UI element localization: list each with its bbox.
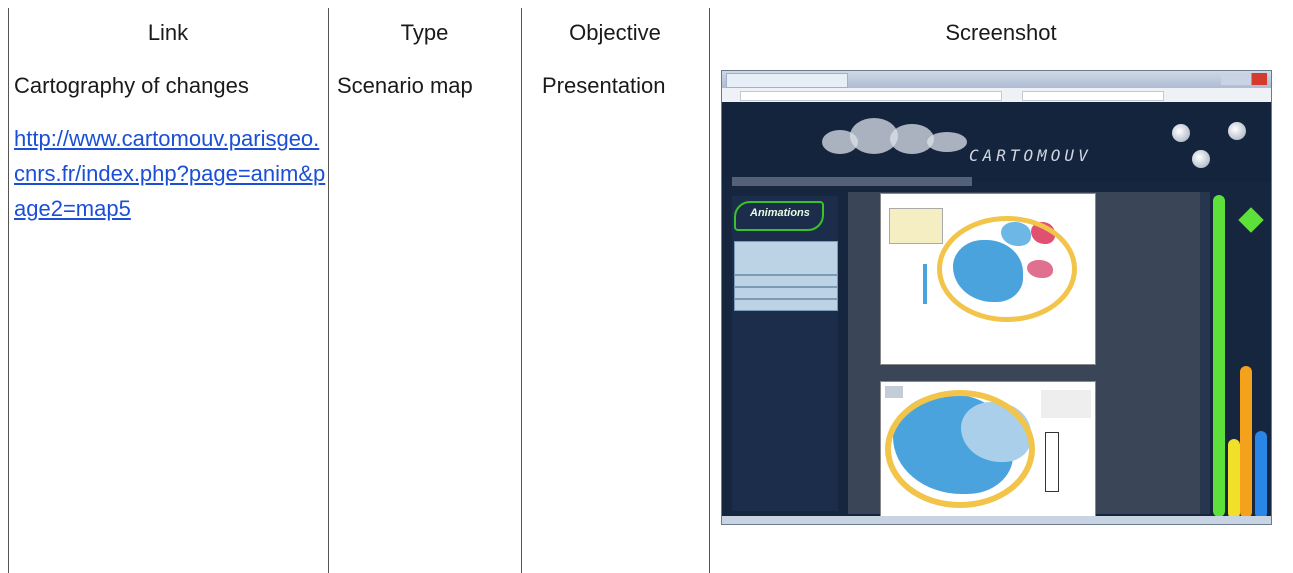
header-objective: Objective bbox=[569, 20, 661, 45]
map-ring bbox=[885, 390, 1035, 508]
page-subtitle bbox=[732, 177, 972, 186]
sidebar-menu-item[interactable] bbox=[734, 241, 838, 275]
map-scale-bar bbox=[923, 264, 927, 304]
table-left-border bbox=[8, 8, 9, 573]
sidebar-menu-item[interactable] bbox=[734, 299, 838, 311]
map-thumbnail-2[interactable] bbox=[880, 381, 1096, 521]
animations-logo-text: Animations bbox=[750, 207, 810, 219]
map-ring bbox=[937, 216, 1077, 322]
link-cell: Cartography of changes http://www.cartom… bbox=[14, 68, 326, 226]
link-name: Cartography of changes bbox=[14, 73, 249, 98]
orange-bar[interactable] bbox=[1240, 366, 1252, 518]
header-link: Link bbox=[147, 20, 189, 45]
nav-orb-icon bbox=[1192, 150, 1210, 168]
column-divider-objective-screenshot bbox=[709, 8, 710, 573]
link-url[interactable]: http://www.cartomouv.parisgeo.cnrs.fr/in… bbox=[14, 121, 326, 226]
header-type: Type bbox=[400, 20, 449, 45]
map-thumbnail-1[interactable] bbox=[880, 193, 1096, 365]
site-logo: CARTOMOUV bbox=[969, 146, 1092, 165]
map-scrollbar[interactable] bbox=[1200, 192, 1210, 514]
browser-status-bar bbox=[722, 516, 1271, 524]
browser-tab bbox=[726, 73, 848, 88]
type-cell: Scenario map bbox=[337, 73, 473, 98]
browser-titlebar bbox=[722, 71, 1271, 88]
green-diamond-icon[interactable] bbox=[1238, 207, 1264, 233]
map-logo bbox=[885, 386, 903, 398]
header-screenshot: Screenshot bbox=[945, 20, 1057, 45]
sidebar-menu-item[interactable] bbox=[734, 275, 838, 287]
blue-bar[interactable] bbox=[1255, 431, 1267, 519]
cloud-graphic bbox=[927, 132, 967, 152]
browser-address-bar bbox=[722, 88, 1271, 103]
site-banner: CARTOMOUV bbox=[722, 102, 1271, 182]
nav-orb-icon bbox=[1172, 124, 1190, 142]
map-legend bbox=[889, 208, 943, 244]
column-divider-link-type bbox=[328, 8, 329, 573]
browser-search-field bbox=[1022, 91, 1164, 101]
screenshot-image: CARTOMOUV Animations bbox=[721, 70, 1272, 525]
map-legend-scale bbox=[1045, 432, 1059, 492]
objective-cell: Presentation bbox=[542, 73, 666, 98]
nav-orb-icon bbox=[1228, 122, 1246, 140]
window-controls bbox=[1221, 73, 1267, 85]
address-field bbox=[740, 91, 1002, 101]
green-bar[interactable] bbox=[1213, 195, 1225, 517]
yellow-bar[interactable] bbox=[1228, 439, 1240, 519]
map-legend bbox=[1041, 390, 1091, 418]
column-divider-type-objective bbox=[521, 8, 522, 573]
sidebar-menu-item[interactable] bbox=[734, 287, 838, 299]
